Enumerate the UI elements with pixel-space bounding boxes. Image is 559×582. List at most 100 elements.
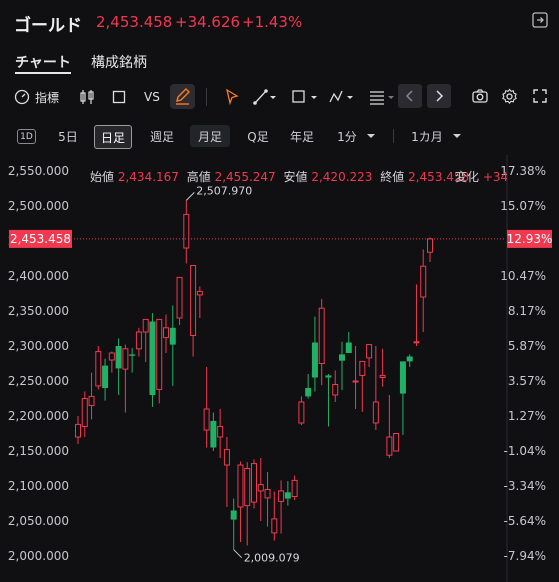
- price-tick: 2,300.000: [8, 339, 69, 353]
- percent-tick: 1.27%: [508, 409, 546, 423]
- candle: [230, 498, 237, 550]
- candlestick-chart[interactable]: 2,550.0002,500.0002,450.0002,400.0002,35…: [0, 155, 559, 582]
- fib-tool-icon[interactable]: [368, 88, 398, 110]
- candle-body: [372, 401, 379, 424]
- timeframe-weekly[interactable]: 週足: [144, 125, 180, 147]
- candle-body: [230, 510, 237, 520]
- candle: [325, 374, 332, 427]
- draw-tool-button[interactable]: [170, 84, 195, 109]
- candle: [142, 318, 149, 363]
- candle: [305, 374, 312, 399]
- tab-chart[interactable]: チャート: [15, 52, 71, 72]
- price-tick: 2,550.000: [8, 164, 69, 178]
- prev-button[interactable]: [398, 84, 422, 108]
- caret-down-icon: [452, 134, 461, 138]
- candle: [108, 351, 115, 373]
- range-dropdown[interactable]: 1カ月: [406, 125, 468, 147]
- candle: [223, 437, 230, 507]
- candle-body: [223, 449, 230, 466]
- candle-type-icon[interactable]: [79, 88, 95, 106]
- candle-body: [244, 468, 251, 507]
- candle-body: [298, 401, 305, 424]
- price-tick: 2,250.000: [8, 374, 69, 388]
- candle-body: [339, 354, 345, 361]
- square-icon[interactable]: [112, 88, 126, 106]
- timeframe-divider: [393, 129, 394, 143]
- candle: [102, 358, 109, 401]
- percent-tick: 17.38%: [500, 164, 546, 178]
- next-button[interactable]: [427, 84, 451, 108]
- candle: [115, 338, 122, 395]
- high-value: 2,455.247: [214, 170, 276, 184]
- candle-body: [183, 213, 190, 249]
- timeframe-monthly[interactable]: 月足: [190, 125, 230, 147]
- tab-constituents[interactable]: 構成銘柄: [91, 52, 147, 72]
- caret-down-icon: [366, 134, 375, 138]
- candle-body: [237, 464, 244, 508]
- candle: [339, 341, 345, 391]
- compare-button[interactable]: VS: [144, 88, 160, 106]
- cursor-icon[interactable]: [224, 88, 240, 110]
- pattern-tool-icon[interactable]: [328, 88, 358, 110]
- price-tick: 2,500.000: [8, 199, 69, 213]
- change-label: 変化: [455, 170, 480, 184]
- candle-body: [264, 489, 271, 499]
- timeframe-quarterly[interactable]: Q足: [240, 125, 276, 147]
- toolbar-divider: [206, 88, 207, 106]
- timeframe-yearly[interactable]: 年足: [284, 125, 320, 147]
- candle-body: [420, 265, 427, 298]
- candle: [183, 200, 190, 264]
- price-tick: 2,400.000: [8, 269, 69, 283]
- candle-body: [257, 484, 264, 492]
- candle-body: [156, 318, 163, 390]
- candle-body: [271, 518, 278, 534]
- candle: [352, 346, 359, 409]
- candle: [169, 305, 176, 386]
- timeframe-daily[interactable]: 日足: [94, 125, 132, 149]
- candle: [75, 416, 81, 444]
- candle-body: [386, 436, 393, 456]
- candle-body: [196, 290, 203, 296]
- line-tool-icon[interactable]: [252, 88, 278, 110]
- last-price: 2,453.458: [96, 13, 173, 31]
- price-change: +34.626: [175, 13, 241, 31]
- candle: [284, 481, 291, 506]
- candle-body: [318, 307, 325, 364]
- candle: [135, 327, 142, 357]
- fullscreen-icon[interactable]: [532, 88, 548, 108]
- exit-icon[interactable]: [532, 12, 548, 32]
- indicators-label: 指標: [35, 90, 60, 105]
- candle: [176, 276, 183, 325]
- current-percent-label: 12.93%: [507, 232, 553, 246]
- indicators-button[interactable]: 指標: [14, 88, 59, 106]
- candle: [413, 284, 420, 346]
- camera-icon[interactable]: [471, 88, 489, 108]
- candle: [406, 354, 413, 367]
- candle: [359, 360, 366, 412]
- gear-icon[interactable]: [501, 88, 518, 109]
- candle-body: [399, 361, 406, 394]
- minute-interval-dropdown[interactable]: 1分: [332, 125, 382, 147]
- candle-body: [251, 463, 257, 503]
- candle: [278, 480, 285, 534]
- candle: [271, 491, 278, 541]
- candle-body: [332, 384, 339, 396]
- shape-tool-icon[interactable]: [290, 88, 320, 110]
- timeframe-1d[interactable]: 1D: [17, 129, 36, 144]
- candle: [210, 412, 217, 451]
- candle-body: [142, 318, 149, 333]
- candle: [149, 313, 156, 407]
- candle-body: [115, 346, 122, 369]
- candle-body: [345, 342, 352, 353]
- candle-body: [75, 423, 81, 438]
- candle: [366, 344, 373, 367]
- candle-body: [129, 354, 136, 356]
- open-value: 2,434.167: [117, 170, 179, 184]
- candle-body: [325, 375, 332, 378]
- candle: [427, 237, 433, 262]
- pencil-icon: [176, 88, 190, 105]
- candle-body: [135, 331, 142, 350]
- timeframe-5d[interactable]: 5日: [54, 125, 82, 147]
- candle: [251, 459, 257, 509]
- price-tick: 2,050.000: [8, 514, 69, 528]
